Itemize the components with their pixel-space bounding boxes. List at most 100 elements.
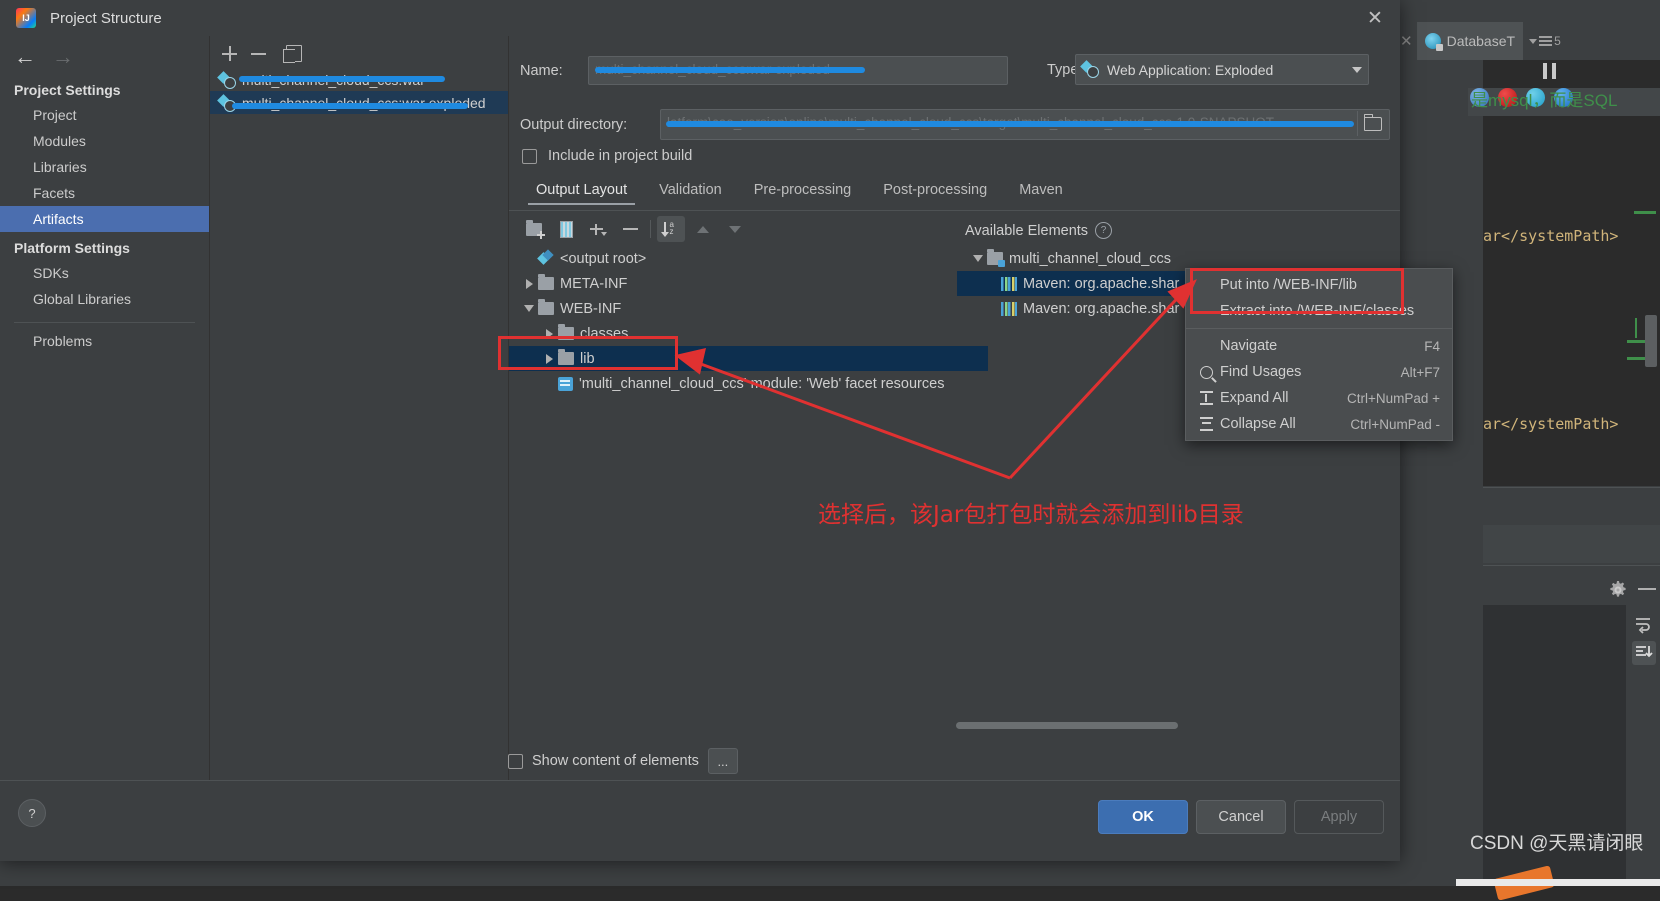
menu-item-navigate[interactable]: Navigate F4 xyxy=(1186,333,1452,359)
ide-bottom-bar xyxy=(1456,879,1660,886)
sidebar-item-artifacts[interactable]: Artifacts xyxy=(0,206,209,232)
tab-validation[interactable]: Validation xyxy=(643,178,738,205)
copy-icon xyxy=(283,45,302,63)
move-up-button[interactable] xyxy=(689,216,717,242)
menu-item-find-usages[interactable]: Find Usages Alt+F7 xyxy=(1186,359,1452,385)
dialog-title: Project Structure xyxy=(50,9,162,27)
sidebar-item-project[interactable]: Project xyxy=(0,102,209,128)
type-combobox-value: Web Application: Exploded xyxy=(1107,61,1274,78)
menu-item-put-into-web-inf-lib[interactable]: Put into /WEB-INF/lib xyxy=(1186,272,1452,298)
output-directory-label: Output directory: xyxy=(520,116,628,133)
remove-element-button[interactable] xyxy=(616,216,644,242)
gear-icon[interactable] xyxy=(1608,580,1628,603)
menu-item-label: Navigate xyxy=(1220,338,1278,354)
sort-az-icon: az xyxy=(660,221,680,237)
expand-arrow-icon[interactable] xyxy=(520,278,538,289)
tab-pre-processing[interactable]: Pre-processing xyxy=(738,178,868,205)
ide-tab-database[interactable]: DatabaseT xyxy=(1416,22,1524,60)
tree-row[interactable]: 'multi_channel_cloud_ccs' module: 'Web' … xyxy=(509,371,957,396)
artifact-icon xyxy=(219,95,236,112)
sidebar-item-problems[interactable]: Problems xyxy=(0,323,209,354)
tab-post-processing[interactable]: Post-processing xyxy=(867,178,1003,205)
menu-item-collapse-all[interactable]: Collapse All Ctrl+NumPad - xyxy=(1186,411,1452,437)
sidebar-item-modules[interactable]: Modules xyxy=(0,128,209,154)
create-directory-button[interactable] xyxy=(520,216,548,242)
tree-row-lib[interactable]: lib xyxy=(509,346,988,371)
sidebar-item-libraries[interactable]: Libraries xyxy=(0,154,209,180)
show-content-of-elements-row[interactable]: Show content of elements ... xyxy=(508,748,738,774)
list-icon xyxy=(1539,36,1553,46)
chevron-down-icon xyxy=(1529,38,1538,44)
menu-item-label: Find Usages xyxy=(1220,364,1302,380)
help-icon[interactable]: ? xyxy=(1095,222,1113,239)
remove-artifact-button[interactable] xyxy=(251,52,266,55)
help-button[interactable]: ? xyxy=(18,799,46,827)
tab-output-layout[interactable]: Output Layout xyxy=(520,178,643,205)
create-archive-button[interactable] xyxy=(552,216,580,242)
tab-underline-divider xyxy=(509,210,1400,211)
include-in-build-checkbox[interactable] xyxy=(522,148,537,164)
add-copy-of-button[interactable] xyxy=(584,216,612,242)
include-in-build-row[interactable]: Include in project build xyxy=(522,148,692,164)
tree-row-label: Maven: org.apache.shar xyxy=(1023,275,1180,292)
ide-code-line-1: ar</systemPath> xyxy=(1483,227,1619,245)
settings-sidebar: ← → Project Settings Project Modules Lib… xyxy=(0,36,210,780)
artifact-list-panel: multi_channel_cloud_ccs:war multi_channe… xyxy=(210,36,509,780)
artifact-toolbar xyxy=(210,36,508,68)
horizontal-scrollbar[interactable] xyxy=(956,722,1178,729)
menu-item-shortcut: Ctrl+NumPad + xyxy=(1346,390,1440,406)
tab-close-icon[interactable]: ✕ xyxy=(1400,32,1413,50)
output-root-icon xyxy=(538,251,554,267)
folder-icon xyxy=(538,274,554,290)
output-layout-toolbar: az xyxy=(520,216,753,242)
menu-item-extract-into-web-inf-classes[interactable]: Extract into /WEB-INF/classes xyxy=(1186,298,1452,324)
sort-alphabetically-button[interactable]: az xyxy=(657,216,685,242)
tab-maven[interactable]: Maven xyxy=(1003,178,1079,205)
forward-arrow-icon[interactable]: → xyxy=(52,46,74,68)
tree-row[interactable]: WEB-INF xyxy=(509,296,957,321)
tree-row[interactable]: <output root> xyxy=(509,246,957,271)
scroll-to-end-icon[interactable] xyxy=(1632,641,1656,665)
back-arrow-icon[interactable]: ← xyxy=(14,46,36,68)
database-icon xyxy=(1424,33,1443,51)
expand-all-icon xyxy=(1196,391,1216,405)
type-combobox[interactable]: Web Application: Exploded xyxy=(1075,54,1369,85)
artifact-list-item-war[interactable]: multi_channel_cloud_ccs:war xyxy=(210,68,508,91)
apply-button[interactable]: Apply xyxy=(1294,800,1384,834)
artifact-list-item-war-exploded[interactable]: multi_channel_cloud_ccs:war exploded xyxy=(210,91,508,114)
soft-wrap-icon[interactable] xyxy=(1632,613,1656,637)
tree-row[interactable]: classes xyxy=(509,321,957,346)
expand-arrow-icon[interactable] xyxy=(540,353,558,364)
collapse-arrow-icon[interactable] xyxy=(969,255,987,262)
sidebar-item-sdks[interactable]: SDKs xyxy=(0,260,209,286)
available-elements-title: Available Elements xyxy=(965,222,1089,239)
ok-button[interactable]: OK xyxy=(1098,800,1188,834)
folder-icon xyxy=(558,324,574,340)
menu-item-expand-all[interactable]: Expand All Ctrl+NumPad + xyxy=(1186,385,1452,411)
sidebar-item-facets[interactable]: Facets xyxy=(0,180,209,206)
name-input[interactable]: multi_channel_cloud_ccs:war exploded xyxy=(588,56,1008,85)
ide-code-comment: 是mysql，而是SQL xyxy=(1471,91,1618,110)
browse-directory-button[interactable] xyxy=(1357,111,1388,136)
close-icon[interactable]: ✕ xyxy=(1360,4,1390,32)
more-options-button[interactable]: ... xyxy=(707,748,738,774)
sidebar-item-global-libraries[interactable]: Global Libraries xyxy=(0,286,209,312)
editor-scrollbar-thumb[interactable] xyxy=(1645,315,1657,367)
folder-icon xyxy=(538,299,554,315)
show-content-checkbox[interactable] xyxy=(508,753,523,769)
expand-arrow-icon[interactable] xyxy=(540,328,558,339)
tree-row[interactable]: META-INF xyxy=(509,271,957,296)
minimize-icon[interactable] xyxy=(1638,588,1656,590)
pause-icon[interactable] xyxy=(1543,63,1557,79)
cancel-button[interactable]: Cancel xyxy=(1196,800,1286,834)
output-directory-input[interactable]: latform\cae_version\online\multi_channel… xyxy=(660,109,1390,140)
copy-artifact-button[interactable] xyxy=(283,45,302,63)
context-menu: Put into /WEB-INF/lib Extract into /WEB-… xyxy=(1185,268,1453,441)
tree-row-label: Maven: org.apache.shar xyxy=(1023,300,1180,317)
tab-overflow-count[interactable]: 5 xyxy=(1529,34,1561,48)
collapse-arrow-icon[interactable] xyxy=(520,305,538,312)
annotation-text: 选择后，该Jar包打包时就会添加到lib目录 xyxy=(818,502,1244,528)
move-down-button[interactable] xyxy=(721,216,749,242)
add-artifact-button[interactable] xyxy=(222,46,237,61)
tree-row-label: <output root> xyxy=(560,250,647,267)
